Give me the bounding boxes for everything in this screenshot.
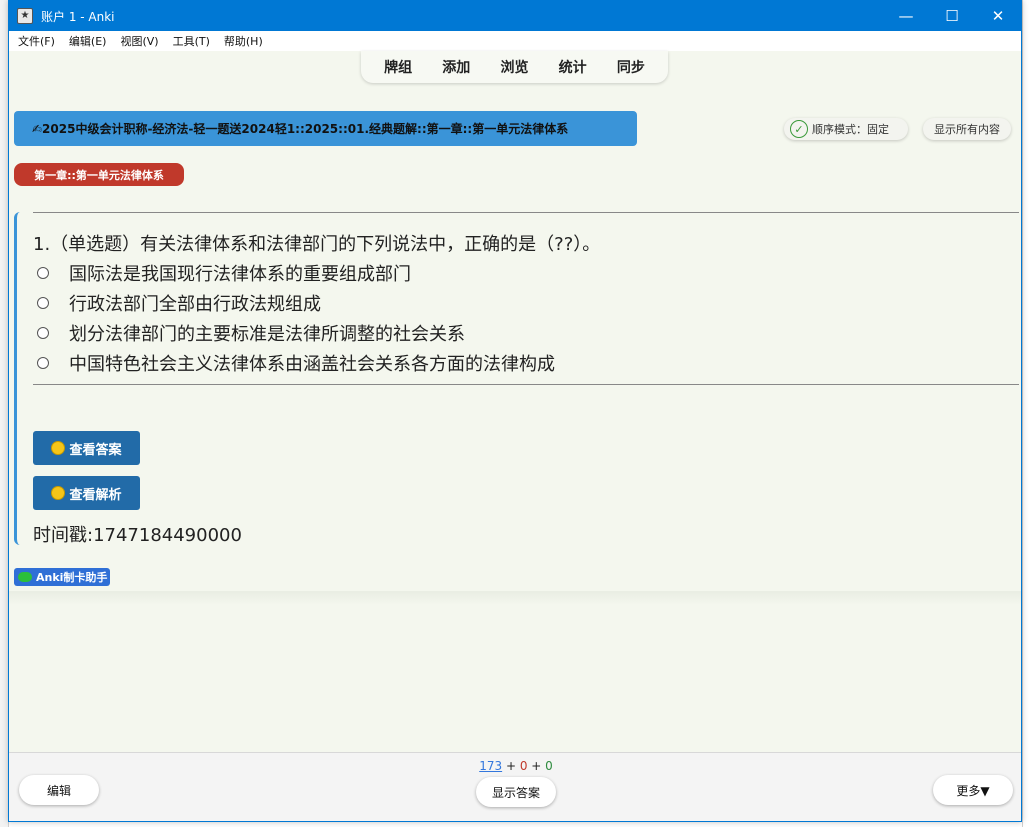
view-answer-button[interactable]: 查看答案: [33, 431, 140, 465]
order-mode-button[interactable]: ✓ 顺序模式：固定: [784, 118, 908, 140]
question-card: 1.（单选题）有关法律体系和法律部门的下列说法中，正确的是（??）。 国际法是我…: [14, 212, 1019, 546]
chapter-tag: 第一章::第一单元法律体系: [14, 163, 184, 186]
toolbar-sync-button[interactable]: 同步: [617, 57, 645, 77]
divider-top: [33, 212, 1019, 213]
background-window-right: [1022, 0, 1030, 827]
option-a[interactable]: 国际法是我国现行法律体系的重要组成部门: [37, 260, 411, 286]
maker-label: Anki制卡助手: [36, 571, 108, 584]
content-bottom-shadow: [9, 591, 1021, 605]
show-all-button[interactable]: 显示所有内容: [923, 118, 1011, 140]
wechat-icon: [18, 572, 32, 582]
check-icon: ✓: [790, 120, 808, 138]
option-label: 行政法部门全部由行政法规组成: [69, 294, 321, 315]
radio-icon[interactable]: [37, 327, 49, 339]
toolbar-browse-button[interactable]: 浏览: [500, 57, 528, 77]
more-button[interactable]: 更多▼: [933, 775, 1013, 805]
order-mode-label: 顺序模式：固定: [812, 123, 889, 136]
thinking-emoji-icon: [51, 486, 66, 500]
close-icon[interactable]: ✕: [975, 1, 1021, 31]
option-label: 国际法是我国现行法律体系的重要组成部门: [69, 264, 411, 285]
view-answer-label: 查看答案: [69, 442, 122, 458]
menu-view[interactable]: 视图(V): [120, 33, 158, 49]
menu-tools[interactable]: 工具(T): [173, 33, 210, 49]
show-answer-button[interactable]: 显示答案: [476, 777, 556, 807]
plus-sign: +: [527, 759, 546, 773]
main-toolbar: 牌组 添加 浏览 统计 同步: [361, 51, 668, 83]
menu-help[interactable]: 帮助(H): [224, 33, 263, 49]
timestamp: 时间戳:1747184490000: [33, 525, 242, 546]
due-counts: 173 + 0 + 0: [9, 759, 1021, 773]
radio-icon[interactable]: [37, 297, 49, 309]
menu-file[interactable]: 文件(F): [18, 33, 55, 49]
option-label: 划分法律部门的主要标准是法律所调整的社会关系: [69, 324, 465, 345]
review-bottom-bar: 173 + 0 + 0 编辑 显示答案 更多▼: [9, 752, 1021, 821]
view-analysis-label: 查看解析: [69, 487, 122, 503]
question-text: 1.（单选题）有关法律体系和法律部门的下列说法中，正确的是（??）。: [33, 234, 601, 255]
menu-edit[interactable]: 编辑(E): [69, 33, 107, 49]
title-bar[interactable]: ★ 账户 1 - Anki — ☐ ✕: [9, 1, 1021, 31]
toolbar-area: 牌组 添加 浏览 统计 同步: [9, 51, 1021, 84]
toolbar-stats-button[interactable]: 统计: [559, 57, 587, 77]
edit-button[interactable]: 编辑: [19, 775, 99, 805]
divider-bottom: [33, 384, 1019, 385]
radio-icon[interactable]: [37, 357, 49, 369]
radio-icon[interactable]: [37, 267, 49, 279]
toolbar-add-button[interactable]: 添加: [442, 57, 470, 77]
option-b[interactable]: 行政法部门全部由行政法规组成: [37, 290, 321, 316]
new-count[interactable]: 173: [479, 759, 502, 773]
deck-path-banner: ✍2025中级会计职称-经济法-轻一题送2024轻1::2025::01.经典题…: [14, 111, 637, 146]
card-maker-badge[interactable]: Anki制卡助手: [14, 568, 110, 586]
maximize-icon[interactable]: ☐: [929, 1, 975, 31]
anki-app-icon: ★: [17, 8, 33, 24]
face-emoji-icon: [51, 441, 66, 455]
option-c[interactable]: 划分法律部门的主要标准是法律所调整的社会关系: [37, 320, 465, 346]
window-controls: — ☐ ✕: [883, 1, 1021, 31]
menu-bar: 文件(F) 编辑(E) 视图(V) 工具(T) 帮助(H): [9, 31, 1021, 51]
minimize-icon[interactable]: —: [883, 1, 929, 31]
review-count: 0: [545, 759, 553, 773]
toolbar-decks-button[interactable]: 牌组: [384, 57, 412, 77]
option-d[interactable]: 中国特色社会主义法律体系由涵盖社会关系各方面的法律构成: [37, 350, 555, 376]
option-label: 中国特色社会主义法律体系由涵盖社会关系各方面的法律构成: [69, 354, 555, 375]
anki-window: ★ 账户 1 - Anki — ☐ ✕ 文件(F) 编辑(E) 视图(V) 工具…: [8, 0, 1022, 822]
plus-sign: +: [502, 759, 520, 773]
window-title: 账户 1 - Anki: [41, 9, 115, 24]
view-analysis-button[interactable]: 查看解析: [33, 476, 140, 510]
